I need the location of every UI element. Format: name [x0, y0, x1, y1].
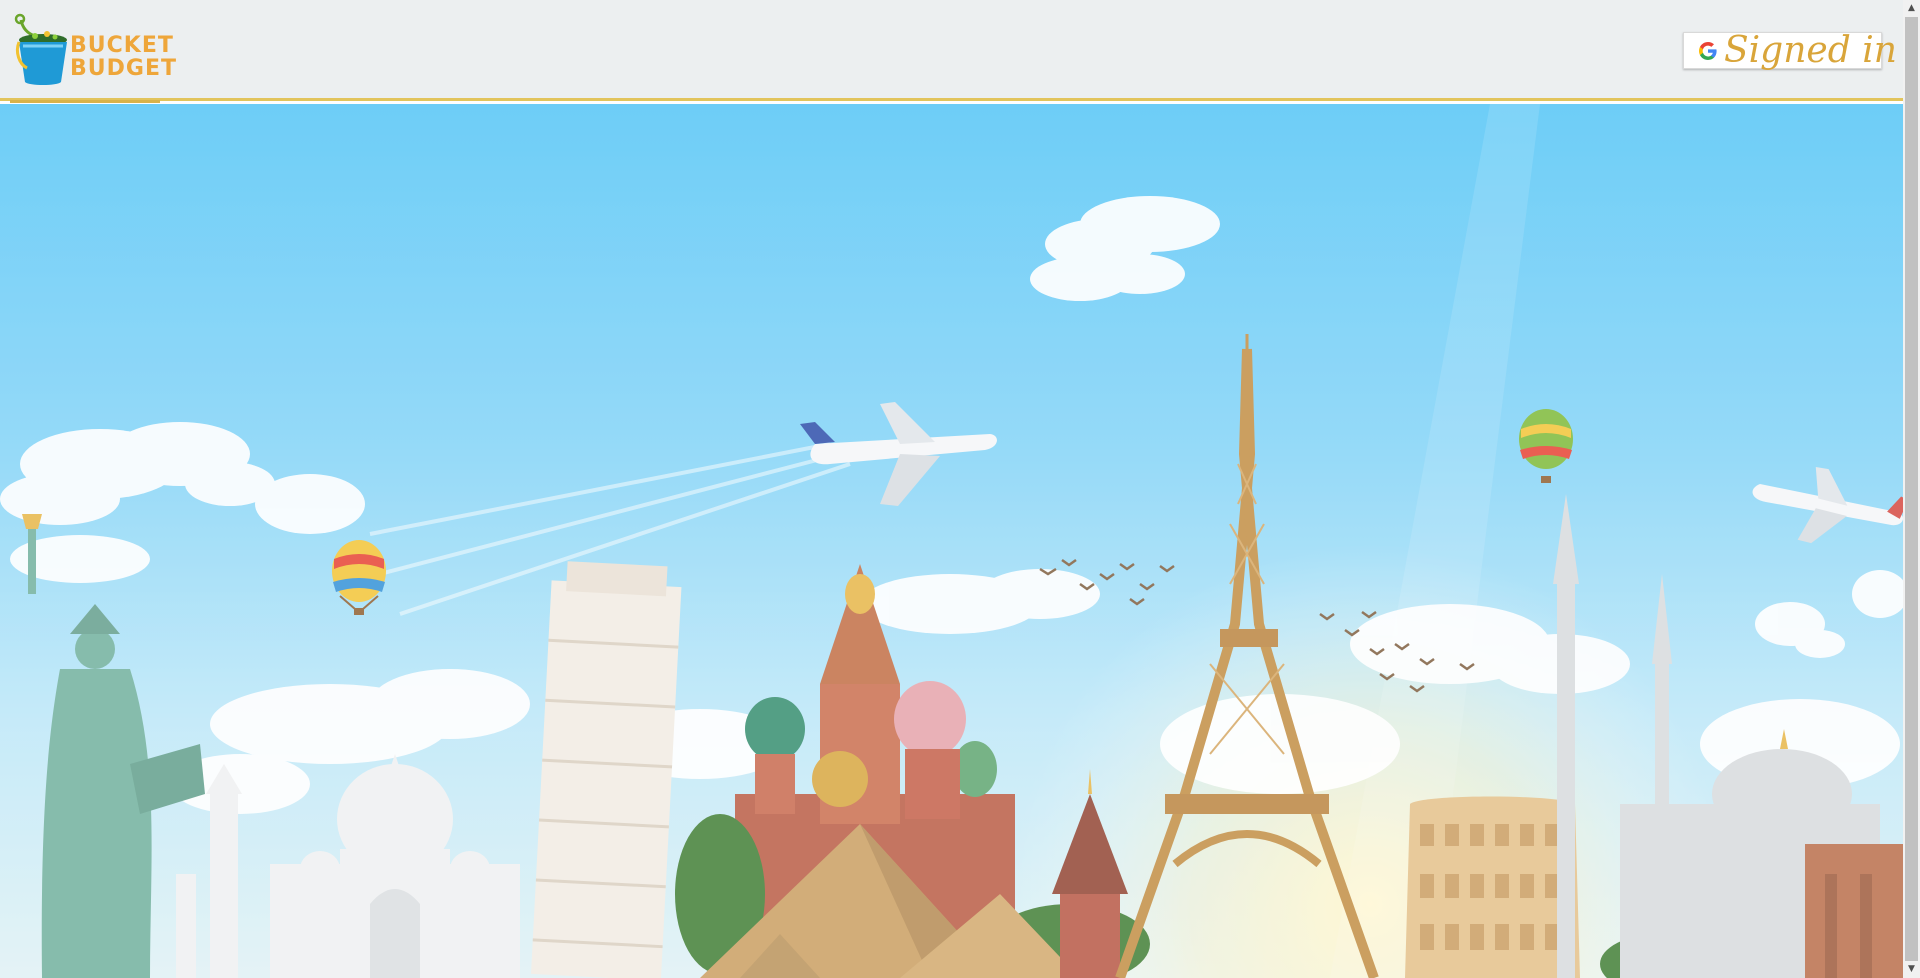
scroll-down-arrow-icon[interactable]: ▼ [1903, 961, 1920, 978]
scroll-thumb[interactable] [1905, 17, 1918, 961]
colosseum [1405, 796, 1580, 978]
world-landmarks-illustration [0, 104, 1903, 978]
top-header: BUCKET BUDGET Signed in [0, 0, 1903, 103]
page-scrollbar[interactable]: ▲ ▼ [1903, 0, 1920, 978]
petra [1805, 844, 1903, 978]
google-g-icon [1699, 42, 1717, 60]
bucket-budget-logo[interactable]: BUCKET BUDGET [10, 10, 177, 103]
scroll-up-arrow-icon[interactable]: ▲ [1903, 0, 1920, 17]
leaning-tower-of-pisa [530, 561, 682, 978]
logo-line-2: BUDGET [70, 56, 177, 81]
hero-banner [0, 104, 1903, 978]
bucket-icon [14, 13, 67, 85]
logo-wordmark: BUCKET BUDGET [70, 33, 177, 81]
signin-label: Signed in [1724, 30, 1897, 71]
logo-line-1: BUCKET [70, 33, 174, 58]
google-signin-button[interactable]: Signed in [1683, 30, 1897, 71]
